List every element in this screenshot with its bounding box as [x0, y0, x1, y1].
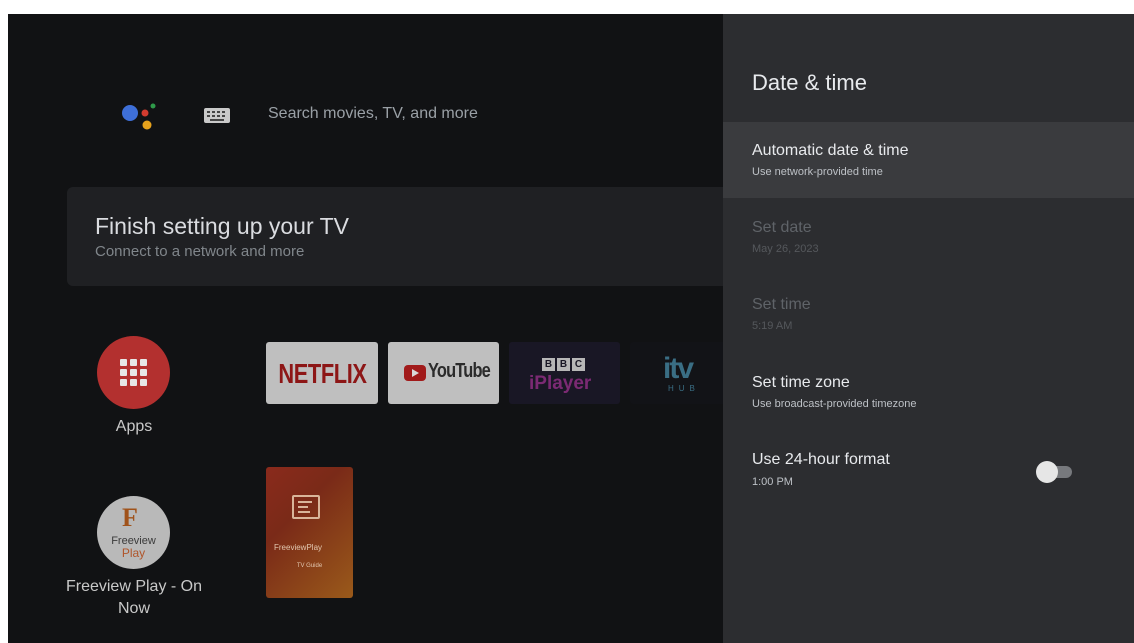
freeview-logo-text: Freeview Play [111, 535, 156, 560]
youtube-play-icon [404, 365, 426, 381]
keyboard-icon[interactable] [204, 108, 230, 123]
setup-card[interactable]: Finish setting up your TV Connect to a n… [67, 187, 747, 286]
item-title: Set date [752, 219, 812, 236]
item-title: Set time [752, 296, 811, 313]
bbc-logo: BBC [542, 354, 587, 372]
tv-guide-tile[interactable]: FreeviewPlay TV Guide [266, 467, 353, 598]
apps-button[interactable] [97, 336, 170, 409]
netflix-logo: NETFLIX [278, 358, 367, 389]
date-time-settings-panel: Date & time Automatic date & time Use ne… [723, 14, 1134, 643]
youtube-tile[interactable]: YouTube [388, 342, 499, 404]
search-input[interactable]: Search movies, TV, and more [268, 105, 478, 123]
panel-title: Date & time [752, 70, 867, 95]
item-subtitle: May 26, 2023 [752, 243, 819, 255]
itv-hub-tile[interactable]: itv HUB [630, 342, 730, 404]
set-time-item: Set time 5:19 AM [723, 276, 1134, 352]
apps-label: Apps [115, 418, 153, 435]
itv-logo-text: itv [663, 352, 694, 385]
item-subtitle: 1:00 PM [752, 476, 793, 488]
itv-hub-text: HUB [668, 384, 700, 393]
item-title: Automatic date & time [752, 142, 909, 159]
tv-guide-caption: TV Guide [296, 563, 323, 569]
set-date-item: Set date May 26, 2023 [723, 199, 1134, 275]
item-title: Set time zone [752, 374, 850, 391]
freeview-logo: F [122, 503, 138, 532]
tv-guide-icon [292, 495, 320, 519]
item-subtitle: 5:19 AM [752, 320, 793, 332]
automatic-date-time-item[interactable]: Automatic date & time Use network-provid… [723, 122, 1134, 198]
tv-guide-brand: FreeviewPlay [274, 543, 323, 552]
item-title: Use 24-hour format [752, 451, 890, 468]
24-hour-format-toggle[interactable] [1036, 461, 1076, 483]
iplayer-logo-text: iPlayer [529, 373, 592, 394]
freeview-play-label: Freeview Play - On Now [65, 578, 203, 617]
setup-card-title: Finish setting up your TV [95, 213, 349, 239]
netflix-tile[interactable]: NETFLIX [266, 342, 378, 404]
item-subtitle: Use network-provided time [752, 166, 883, 178]
setup-card-subtitle: Connect to a network and more [95, 243, 305, 260]
item-subtitle: Use broadcast-provided timezone [752, 398, 917, 410]
set-time-zone-item[interactable]: Set time zone Use broadcast-provided tim… [723, 354, 1134, 430]
home-screen: Search movies, TV, and more Finish setti… [8, 14, 747, 643]
tv-screen: Search movies, TV, and more Finish setti… [8, 14, 1134, 643]
toggle-thumb [1036, 461, 1058, 483]
freeview-play-button[interactable]: F Freeview Play [97, 496, 170, 569]
youtube-logo-text: YouTube [428, 360, 491, 382]
google-assistant-icon[interactable] [116, 98, 156, 134]
apps-grid-icon [120, 359, 147, 386]
bbc-iplayer-tile[interactable]: BBC iPlayer [509, 342, 620, 404]
